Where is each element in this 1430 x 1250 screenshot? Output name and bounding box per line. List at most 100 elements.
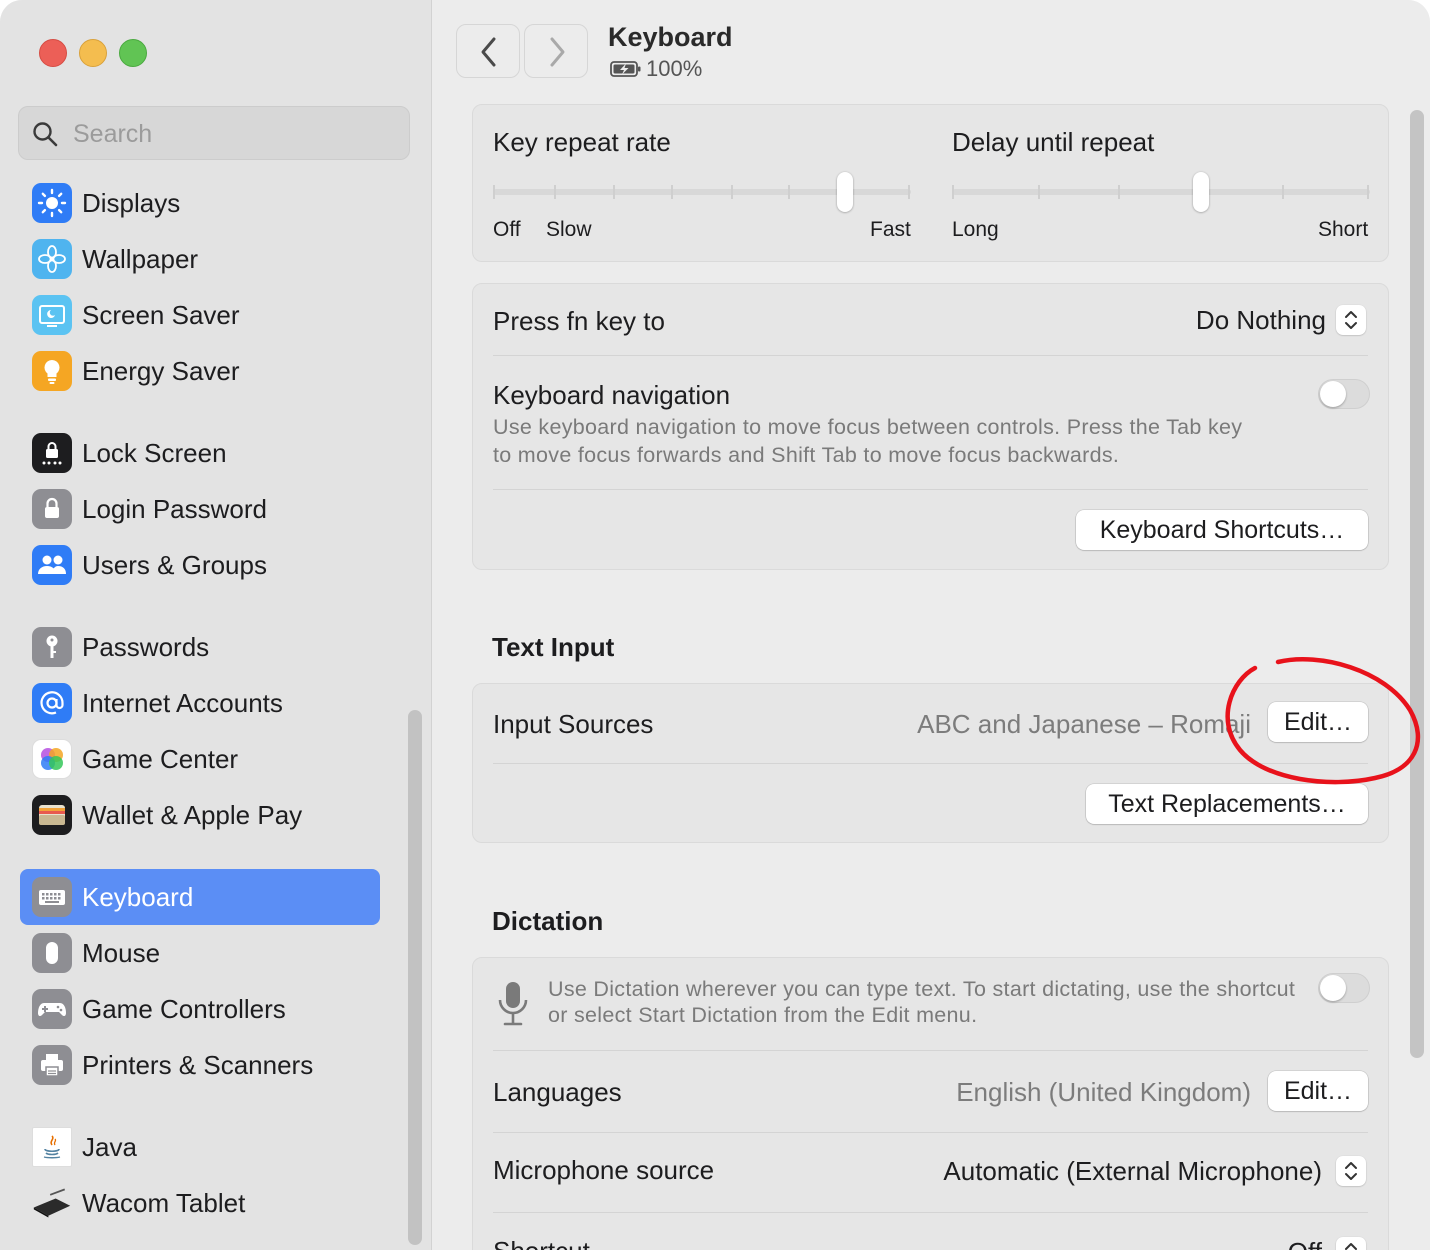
back-button[interactable] [456, 24, 520, 78]
sidebar: Search Displays Wallpaper Screen Saver E… [0, 0, 432, 1250]
key-repeat-label: Key repeat rate [493, 127, 671, 157]
sidebar-item-label: Mouse [82, 938, 161, 968]
sun-icon [32, 183, 72, 223]
keyboard-navigation-desc-line1: Use keyboard navigation to move focus be… [493, 415, 1243, 439]
battery-percent: 100% [646, 56, 703, 81]
delay-until-repeat-slider[interactable] [952, 169, 1370, 213]
sidebar-item-label: Java [82, 1132, 137, 1162]
delay-until-repeat-label: Delay until repeat [952, 127, 1155, 157]
flower-icon [32, 239, 72, 279]
lock-screen-icon [32, 433, 72, 473]
shortcut-label: Shortcut [493, 1236, 590, 1250]
sidebar-item-keyboard[interactable]: Keyboard [20, 869, 380, 925]
sidebar-item-label: Users & Groups [82, 550, 267, 580]
languages-edit-button[interactable]: Edit… [1268, 1071, 1368, 1111]
screensaver-icon [32, 295, 72, 335]
sidebar-item-wacom-tablet[interactable]: Wacom Tablet [20, 1175, 380, 1231]
sidebar-item-game-controllers[interactable]: Game Controllers [20, 981, 380, 1037]
shortcut-popup[interactable]: Off [1288, 1232, 1366, 1250]
microphone-icon [498, 982, 528, 1026]
search-icon [33, 122, 58, 147]
annotation-circle [1225, 657, 1421, 785]
search-placeholder: Search [73, 120, 153, 148]
search-input[interactable]: Search [18, 106, 410, 160]
delay-slider-thumb[interactable] [1193, 172, 1209, 212]
languages-label: Languages [493, 1077, 622, 1107]
delay-short-label: Short [1318, 218, 1369, 241]
keyboard-navigation-desc-line2: to move focus forwards and Shift Tab to … [493, 443, 1120, 467]
key-repeat-off-label: Off [493, 218, 521, 241]
key-repeat-fast-label: Fast [870, 218, 911, 241]
sidebar-item-label: Screen Saver [82, 300, 240, 330]
sidebar-item-passwords[interactable]: Passwords [20, 619, 380, 675]
sidebar-item-users-groups[interactable]: Users & Groups [20, 537, 380, 593]
settings-window: Search Displays Wallpaper Screen Saver E… [0, 0, 1430, 1250]
minimize-window-button[interactable] [79, 39, 107, 67]
sidebar-item-lock-screen[interactable]: Lock Screen [20, 425, 380, 481]
keyboard-navigation-label: Keyboard navigation [493, 380, 731, 410]
up-down-chevron-icon [1336, 1237, 1366, 1250]
key-repeat-slider[interactable] [493, 169, 911, 213]
microphone-source-value: Automatic (External Microphone) [943, 1155, 1322, 1186]
input-sources-value: ABC and Japanese – Romaji [917, 709, 1251, 739]
shortcut-value: Off [1288, 1237, 1322, 1250]
bulb-icon [32, 351, 72, 391]
page-title: Keyboard [608, 22, 733, 52]
sidebar-item-label: Wallpaper [82, 244, 199, 274]
key-repeat-slow-label: Slow [546, 218, 592, 241]
zoom-window-button[interactable] [119, 39, 147, 67]
dictation-toggle[interactable] [1318, 973, 1370, 1003]
sidebar-item-label: Keyboard [82, 882, 194, 912]
battery-status: 100% [610, 56, 702, 82]
sidebar-item-label: Wacom Tablet [82, 1188, 246, 1218]
sidebar-item-label: Energy Saver [82, 356, 240, 386]
close-window-button[interactable] [39, 39, 67, 67]
tablet-icon [32, 1183, 72, 1223]
key-repeat-slider-thumb[interactable] [837, 172, 853, 212]
chevron-left-icon [481, 37, 496, 67]
press-fn-popup[interactable]: Do Nothing [1196, 300, 1366, 340]
sidebar-item-label: Wallet & Apple Pay [82, 800, 303, 830]
delay-long-label: Long [952, 218, 999, 241]
sidebar-item-label: Displays [82, 188, 181, 218]
game-center-icon [32, 739, 72, 779]
users-icon [32, 545, 72, 585]
sidebar-item-energy-saver[interactable]: Energy Saver [20, 343, 380, 399]
at-icon [32, 683, 72, 723]
sidebar-item-displays[interactable]: Displays [20, 175, 380, 231]
sidebar-item-java[interactable]: Java [20, 1119, 380, 1175]
microphone-source-popup[interactable]: Automatic (External Microphone) [943, 1151, 1366, 1191]
sidebar-item-login-password[interactable]: Login Password [20, 481, 380, 537]
battery-charging-icon [610, 61, 641, 77]
printer-icon [32, 1045, 72, 1085]
up-down-chevron-icon [1336, 305, 1366, 335]
languages-value: English (United Kingdom) [956, 1077, 1251, 1107]
sidebar-scrollbar[interactable] [408, 710, 422, 1245]
microphone-source-label: Microphone source [493, 1155, 715, 1185]
up-down-chevron-icon [1336, 1156, 1366, 1186]
sidebar-item-screen-saver[interactable]: Screen Saver [20, 287, 380, 343]
java-icon [32, 1127, 72, 1167]
padlock-icon [32, 489, 72, 529]
sidebar-item-mouse[interactable]: Mouse [20, 925, 380, 981]
sidebar-item-game-center[interactable]: Game Center [20, 731, 380, 787]
sidebar-item-internet-accounts[interactable]: Internet Accounts [20, 675, 380, 731]
keyboard-navigation-toggle[interactable] [1318, 379, 1370, 409]
forward-button[interactable] [524, 24, 588, 78]
keyboard-shortcuts-button[interactable]: Keyboard Shortcuts… [1076, 510, 1368, 550]
dictation-desc-line2: or select Start Dictation from the Edit … [548, 1003, 978, 1027]
sidebar-item-wallpaper[interactable]: Wallpaper [20, 231, 380, 287]
wallet-icon [32, 795, 72, 835]
input-sources-label: Input Sources [493, 709, 654, 739]
sidebar-item-label: Internet Accounts [82, 688, 283, 718]
dictation-desc-line1: Use Dictation wherever you can type text… [548, 977, 1296, 1001]
sidebar-item-wallet-apple-pay[interactable]: Wallet & Apple Pay [20, 787, 380, 843]
key-repeat-card: Key repeat rate Delay until repeat Off S… [472, 104, 1389, 262]
chevron-right-icon [550, 37, 565, 67]
sidebar-item-label: Game Controllers [82, 994, 286, 1024]
sidebar-item-label: Passwords [82, 632, 210, 662]
fn-navigation-card: Press fn key to Do Nothing Keyboard navi… [472, 283, 1389, 570]
dictation-section-title: Dictation [492, 906, 604, 936]
sidebar-item-printers-scanners[interactable]: Printers & Scanners [20, 1037, 380, 1093]
sidebar-item-label: Printers & Scanners [82, 1050, 314, 1080]
